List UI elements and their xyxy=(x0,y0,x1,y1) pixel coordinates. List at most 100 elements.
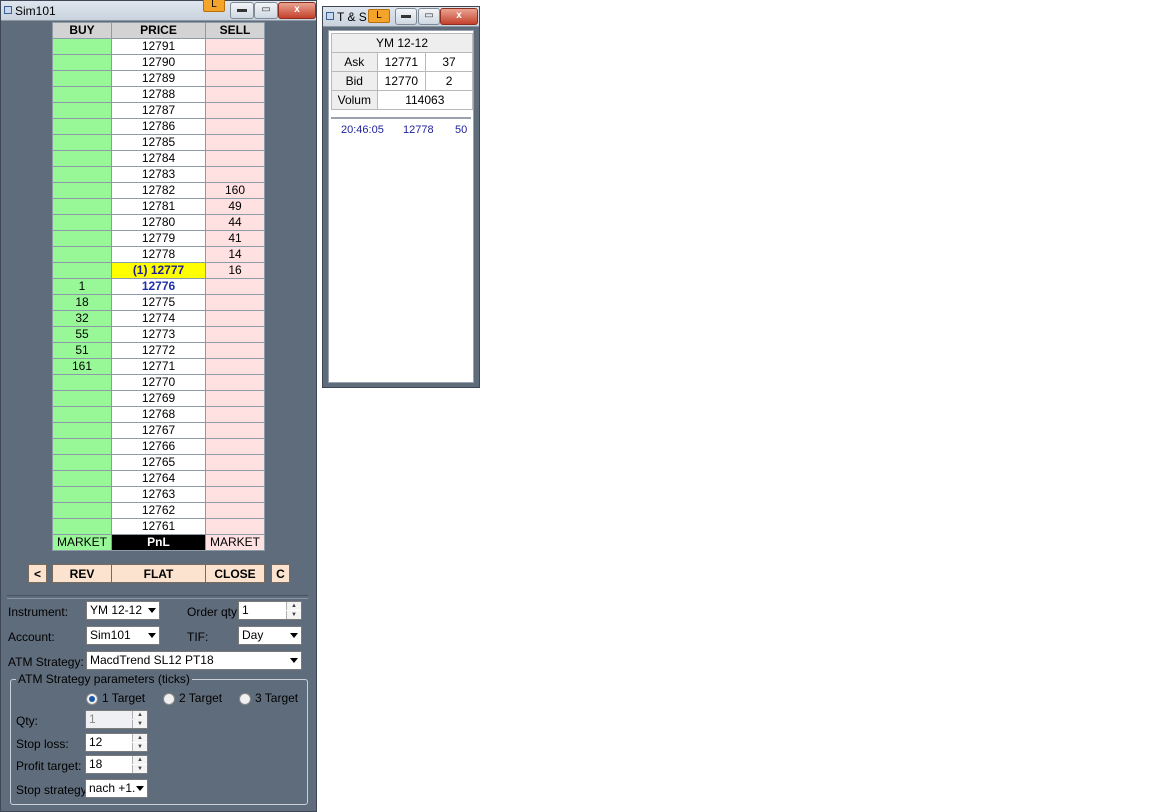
buy-cell[interactable] xyxy=(52,102,112,119)
sell-cell[interactable] xyxy=(205,38,265,55)
sell-cell[interactable] xyxy=(205,102,265,119)
sell-cell[interactable] xyxy=(205,390,265,407)
buy-cell[interactable] xyxy=(52,118,112,135)
stop-loss-value: 12 xyxy=(89,735,103,749)
buy-cell[interactable]: 55 xyxy=(52,326,112,343)
stop-loss-stepper[interactable]: 12 ▲ ▼ xyxy=(85,733,148,752)
buy-cell[interactable] xyxy=(52,166,112,183)
sell-cell[interactable] xyxy=(205,278,265,295)
buy-cell[interactable] xyxy=(52,182,112,199)
spin-up-icon[interactable]: ▲ xyxy=(132,734,147,742)
sell-cell[interactable] xyxy=(205,470,265,487)
sell-cell[interactable] xyxy=(205,406,265,423)
buy-cell[interactable] xyxy=(52,438,112,455)
sell-cell[interactable] xyxy=(205,342,265,359)
sell-cell[interactable]: 14 xyxy=(205,246,265,263)
minimize-button[interactable]: ▬ xyxy=(230,2,254,19)
buy-cell[interactable] xyxy=(52,486,112,503)
buy-cell[interactable]: 32 xyxy=(52,310,112,327)
sell-cell[interactable]: 49 xyxy=(205,198,265,215)
buy-cell[interactable]: 1 xyxy=(52,278,112,295)
sell-cell[interactable] xyxy=(205,86,265,103)
cancel-orders-button[interactable]: C xyxy=(271,564,290,583)
buy-cell[interactable] xyxy=(52,70,112,87)
buy-cell[interactable]: 51 xyxy=(52,342,112,359)
reverse-button[interactable]: REV xyxy=(52,564,112,583)
buy-cell[interactable] xyxy=(52,406,112,423)
collapse-button[interactable]: < xyxy=(28,564,47,583)
close-button[interactable]: x xyxy=(278,2,316,19)
lock-button[interactable]: L xyxy=(203,0,225,12)
buy-cell[interactable] xyxy=(52,422,112,439)
buy-cell[interactable] xyxy=(52,54,112,71)
sell-cell[interactable] xyxy=(205,54,265,71)
maximize-button[interactable]: ▭ xyxy=(418,8,440,25)
sell-cell[interactable]: 44 xyxy=(205,214,265,231)
buy-cell[interactable] xyxy=(52,38,112,55)
target-1-label[interactable]: 1 Target xyxy=(102,691,145,705)
close-position-button[interactable]: CLOSE xyxy=(205,564,265,583)
buy-cell[interactable] xyxy=(52,214,112,231)
instrument-select[interactable]: YM 12-12 xyxy=(86,601,160,620)
spin-up-icon[interactable]: ▲ xyxy=(286,602,301,610)
tif-select[interactable]: Day xyxy=(238,626,302,645)
dom-titlebar[interactable]: Sim101 L ▬ ▭ x xyxy=(1,0,316,21)
sell-cell[interactable] xyxy=(205,374,265,391)
sell-cell[interactable] xyxy=(205,518,265,535)
sell-cell[interactable] xyxy=(205,358,265,375)
spin-down-icon[interactable]: ▼ xyxy=(132,765,147,773)
sell-cell[interactable] xyxy=(205,326,265,343)
sell-cell[interactable] xyxy=(205,422,265,439)
buy-cell[interactable] xyxy=(52,134,112,151)
buy-cell[interactable] xyxy=(52,390,112,407)
buy-cell[interactable] xyxy=(52,86,112,103)
sell-cell[interactable] xyxy=(205,310,265,327)
spin-down-icon[interactable]: ▼ xyxy=(132,743,147,751)
buy-cell[interactable] xyxy=(52,230,112,247)
spin-up-icon[interactable]: ▲ xyxy=(132,756,147,764)
sell-cell[interactable] xyxy=(205,438,265,455)
sell-cell[interactable] xyxy=(205,294,265,311)
buy-cell[interactable] xyxy=(52,262,112,279)
atm-strategy-select[interactable]: MacdTrend SL12 PT18 xyxy=(86,651,302,670)
buy-cell[interactable]: 18 xyxy=(52,294,112,311)
order-qty-stepper[interactable]: 1 ▲ ▼ xyxy=(238,601,302,620)
buy-cell[interactable] xyxy=(52,454,112,471)
target-3-radio[interactable] xyxy=(239,693,251,705)
buy-cell[interactable] xyxy=(52,518,112,535)
spin-down-icon[interactable]: ▼ xyxy=(286,611,301,619)
sell-cell[interactable] xyxy=(205,150,265,167)
target-2-label[interactable]: 2 Target xyxy=(179,691,222,705)
buy-cell[interactable] xyxy=(52,470,112,487)
ts-titlebar[interactable]: T & S L ▬ ▭ x xyxy=(323,7,479,27)
buy-cell[interactable] xyxy=(52,246,112,263)
target-2-radio[interactable] xyxy=(163,693,175,705)
buy-market-button[interactable]: MARKET xyxy=(52,534,112,551)
sell-cell[interactable] xyxy=(205,486,265,503)
profit-target-stepper[interactable]: 18 ▲ ▼ xyxy=(85,755,148,774)
account-select[interactable]: Sim101 xyxy=(86,626,160,645)
sell-cell[interactable] xyxy=(205,502,265,519)
sell-cell[interactable] xyxy=(205,70,265,87)
buy-cell[interactable] xyxy=(52,374,112,391)
sell-cell[interactable] xyxy=(205,134,265,151)
stop-strategy-select[interactable]: nach +1. xyxy=(85,779,148,798)
sell-cell[interactable] xyxy=(205,454,265,471)
sell-cell[interactable]: 16 xyxy=(205,262,265,279)
sell-cell[interactable]: 41 xyxy=(205,230,265,247)
target-1-radio[interactable] xyxy=(86,693,98,705)
buy-cell[interactable] xyxy=(52,150,112,167)
sell-cell[interactable] xyxy=(205,118,265,135)
buy-cell[interactable] xyxy=(52,502,112,519)
sell-cell[interactable] xyxy=(205,166,265,183)
target-3-label[interactable]: 3 Target xyxy=(255,691,298,705)
minimize-button[interactable]: ▬ xyxy=(395,8,417,25)
maximize-button[interactable]: ▭ xyxy=(254,2,278,19)
lock-button[interactable]: L xyxy=(368,9,390,23)
sell-cell[interactable]: 160 xyxy=(205,182,265,199)
close-button[interactable]: x xyxy=(440,8,478,25)
buy-cell[interactable]: 161 xyxy=(52,358,112,375)
sell-market-button[interactable]: MARKET xyxy=(205,534,265,551)
buy-cell[interactable] xyxy=(52,198,112,215)
flat-button[interactable]: FLAT xyxy=(111,564,206,583)
